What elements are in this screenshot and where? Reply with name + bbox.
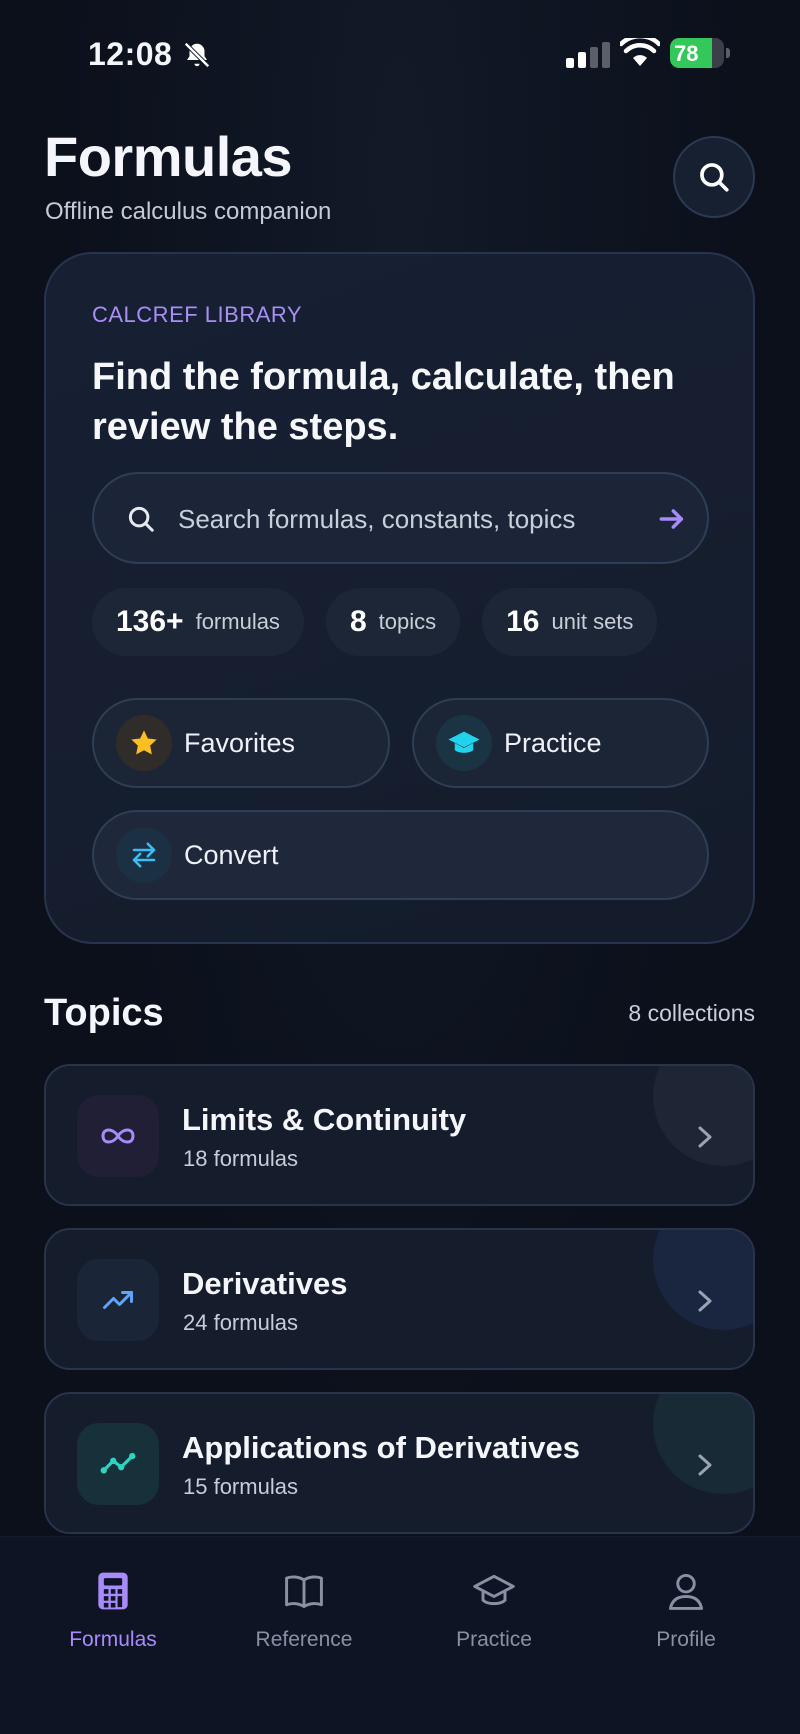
cellular-signal-icon	[566, 42, 610, 68]
practice-button[interactable]: Practice	[412, 698, 709, 788]
practice-label: Practice	[504, 727, 602, 758]
search-button[interactable]	[673, 136, 755, 218]
chevron-right-icon	[698, 1454, 712, 1476]
line-chart-icon	[77, 1423, 159, 1505]
arrow-right-icon[interactable]	[656, 503, 688, 535]
graduation-cap-icon	[473, 1574, 515, 1606]
favorites-label: Favorites	[184, 727, 296, 758]
search-icon	[700, 163, 729, 192]
topic-card-limits[interactable]: Limits & Continuity 18 formulas	[44, 1064, 755, 1206]
swap-arrows-icon	[116, 827, 172, 883]
battery-level: 78	[674, 41, 699, 66]
stat-label: formulas	[195, 609, 280, 634]
status-bar: 12:08 78	[0, 30, 800, 80]
formula-search[interactable]	[92, 472, 709, 564]
bottom-tab-bar: Formulas Reference Practice Profile	[0, 1536, 800, 1734]
tab-profile[interactable]: Profile	[596, 1569, 776, 1652]
chevron-right-icon	[698, 1290, 712, 1312]
stat-value: 16	[506, 605, 540, 638]
page-subtitle: Offline calculus companion	[45, 198, 332, 225]
topics-heading: Topics	[44, 992, 164, 1034]
user-icon	[668, 1573, 704, 1610]
topics-count: 8 collections	[628, 1000, 755, 1026]
convert-label: Convert	[184, 839, 279, 870]
tab-label: Reference	[255, 1628, 353, 1651]
topic-card-derivatives[interactable]: Derivatives 24 formulas	[44, 1228, 755, 1370]
topic-name: Derivatives	[182, 1266, 348, 1301]
stat-label: unit sets	[551, 609, 634, 634]
stat-value: 8	[349, 605, 367, 638]
chevron-right-icon	[698, 1126, 712, 1148]
convert-button[interactable]: Convert	[92, 810, 709, 900]
topic-name: Limits & Continuity	[182, 1102, 467, 1137]
stat-label: topics	[378, 609, 437, 634]
star-icon	[116, 715, 172, 771]
trend-up-icon	[77, 1259, 159, 1341]
topic-count: 24 formulas	[183, 1310, 298, 1335]
graduation-cap-icon	[436, 715, 492, 771]
stat-topics: 8 topics	[325, 588, 461, 656]
hero-card: CALCREF LIBRARY Find the formula, calcul…	[44, 252, 755, 944]
library-stats: 136+ formulas 8 topics 16 unit sets	[92, 588, 658, 656]
page-title: Formulas	[44, 125, 293, 188]
tab-label: Formulas	[69, 1628, 157, 1651]
battery-indicator: 78	[670, 38, 730, 68]
wifi-icon	[620, 38, 660, 66]
infinity-icon	[77, 1095, 159, 1177]
tab-label: Profile	[656, 1628, 716, 1651]
search-icon	[128, 506, 154, 532]
topic-count: 15 formulas	[183, 1474, 298, 1499]
topic-name: Applications of Derivatives	[182, 1430, 580, 1465]
stat-unit-sets: 16 unit sets	[482, 588, 658, 656]
tab-label: Practice	[456, 1628, 532, 1651]
search-input[interactable]	[178, 498, 638, 540]
status-time: 12:08	[88, 36, 173, 72]
stat-value: 136+	[116, 605, 184, 638]
stat-formulas: 136+ formulas	[92, 588, 304, 656]
bell-muted-icon	[184, 42, 210, 68]
hero-headline: Find the formula, calculate, then review…	[92, 356, 675, 448]
formulas-screen: 12:08 78 Formulas Offline calculus compa…	[0, 0, 800, 1734]
topic-card-applications[interactable]: Applications of Derivatives 15 formulas	[44, 1392, 755, 1534]
hero-eyebrow: CALCREF LIBRARY	[92, 302, 303, 327]
favorites-button[interactable]: Favorites	[92, 698, 390, 788]
calculator-icon	[98, 1572, 128, 1610]
topic-count: 18 formulas	[183, 1146, 298, 1171]
tab-reference[interactable]: Reference	[214, 1569, 394, 1652]
book-icon	[285, 1575, 323, 1609]
tab-practice[interactable]: Practice	[404, 1569, 584, 1652]
tab-formulas[interactable]: Formulas	[23, 1569, 203, 1652]
